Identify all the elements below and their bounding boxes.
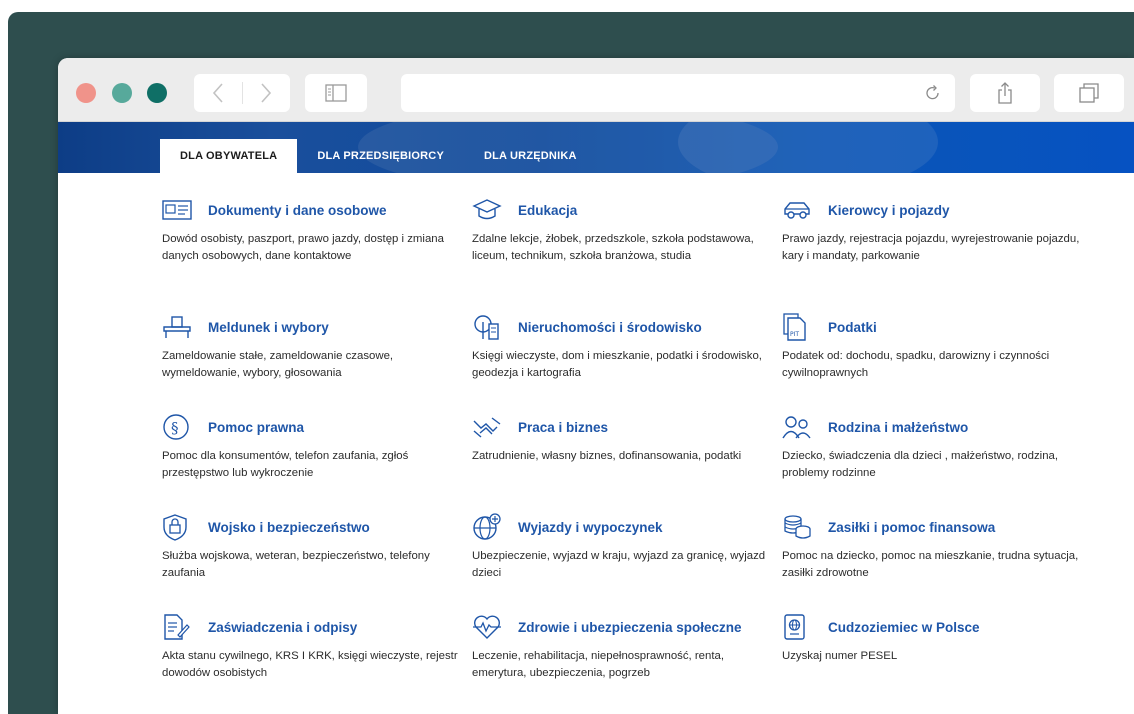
category-card: Zasiłki i pomoc finansowa Pomoc na dziec… — [782, 513, 1082, 582]
car-icon — [782, 196, 814, 224]
category-description: Podatek od: dochodu, spadku, darowizny i… — [782, 350, 1050, 379]
sidebar-icon — [325, 84, 347, 102]
category-description: Uzyskaj numer PESEL — [782, 650, 898, 662]
svg-text:PIT: PIT — [790, 331, 799, 338]
category-card: Praca i biznes Zatrudnienie, własny bizn… — [472, 413, 772, 465]
handshake-icon — [472, 413, 504, 441]
category-link[interactable]: Dokumenty i dane osobowe — [208, 203, 387, 218]
tabs-icon — [1079, 83, 1099, 103]
category-link[interactable]: Kierowcy i pojazdy — [828, 203, 950, 218]
category-link[interactable]: Wyjazdy i wypoczynek — [518, 520, 663, 535]
reload-icon[interactable] — [925, 84, 941, 102]
coins-icon — [782, 513, 814, 541]
graduation-cap-icon — [472, 196, 504, 224]
category-link[interactable]: Wojsko i bezpieczeństwo — [208, 520, 370, 535]
category-link[interactable]: Pomoc prawna — [208, 420, 304, 435]
shield-lock-icon — [162, 513, 194, 541]
maximize-window-button[interactable] — [147, 83, 167, 103]
share-icon — [998, 82, 1012, 104]
category-card: Cudzoziemiec w Polsce Uzyskaj numer PESE… — [782, 613, 1082, 665]
category-description: Zdalne lekcje, żłobek, przedszkole, szko… — [472, 233, 754, 262]
hero-pattern — [678, 122, 938, 173]
category-description: Pomoc na dziecko, pomoc na mieszkanie, t… — [782, 550, 1079, 579]
category-card: Zaświadczenia i odpisy Akta stanu cywiln… — [162, 613, 462, 682]
id-card-icon — [162, 196, 194, 224]
category-link[interactable]: Podatki — [828, 320, 877, 335]
globe-plane-icon — [472, 513, 504, 541]
browser-toolbar — [58, 58, 1134, 122]
document-pen-icon — [162, 613, 194, 641]
category-link[interactable]: Cudzoziemiec w Polsce — [828, 620, 980, 635]
heart-pulse-icon — [472, 613, 504, 641]
category-link[interactable]: Zdrowie i ubezpieczenia społeczne — [518, 620, 742, 635]
ballot-box-icon — [162, 313, 194, 341]
category-description: Leczenie, rehabilitacja, niepełnosprawno… — [472, 650, 725, 679]
tab-dla-obywatela[interactable]: DLA OBYWATELA — [160, 139, 298, 173]
category-description: Pomoc dla konsumentów, telefon zaufania,… — [162, 450, 409, 479]
category-card: Wojsko i bezpieczeństwo Służba wojskowa,… — [162, 513, 462, 582]
address-bar[interactable] — [401, 74, 955, 112]
category-card: Edukacja Zdalne lekcje, żłobek, przedszk… — [472, 196, 772, 265]
category-link[interactable]: Nieruchomości i środowisko — [518, 320, 702, 335]
tab-dla-przedsiebiorcy[interactable]: DLA PRZEDSIĘBIORCY — [297, 139, 464, 173]
share-button[interactable] — [970, 74, 1040, 112]
category-link[interactable]: Meldunek i wybory — [208, 320, 329, 335]
category-description: Służba wojskowa, weteran, bezpieczeństwo… — [162, 550, 430, 579]
close-window-button[interactable] — [76, 83, 96, 103]
sidebar-toggle-button[interactable] — [305, 74, 367, 112]
forward-button[interactable] — [242, 74, 290, 112]
paragraph-icon: § — [162, 413, 194, 441]
category-card: Zdrowie i ubezpieczenia społeczne Leczen… — [472, 613, 772, 682]
category-link[interactable]: Edukacja — [518, 203, 577, 218]
tree-building-icon — [472, 313, 504, 341]
category-description: Prawo jazdy, rejestracja pojazdu, wyreje… — [782, 233, 1080, 262]
category-card: PIT Podatki Podatek od: dochodu, spadku,… — [782, 313, 1082, 382]
family-icon — [782, 413, 814, 441]
category-description: Akta stanu cywilnego, KRS I KRK, księgi … — [162, 650, 458, 679]
passport-icon — [782, 613, 814, 641]
chevron-left-icon — [212, 83, 223, 103]
category-card: Rodzina i małżeństwo Dziecko, świadczeni… — [782, 413, 1082, 482]
categories-grid: Dokumenty i dane osobowe Dowód osobisty,… — [58, 173, 1134, 714]
category-description: Zameldowanie stałe, zameldowanie czasowe… — [162, 350, 394, 379]
tax-document-icon: PIT — [782, 313, 814, 341]
back-button[interactable] — [194, 74, 242, 112]
tabs-overview-button[interactable] — [1054, 74, 1124, 112]
category-card: Wyjazdy i wypoczynek Ubezpieczenie, wyja… — [472, 513, 772, 582]
navigation-buttons — [194, 74, 290, 112]
category-description: Zatrudnienie, własny biznes, dofinansowa… — [472, 450, 742, 462]
category-description: Ubezpieczenie, wyjazd w kraju, wyjazd za… — [472, 550, 766, 579]
category-card: Kierowcy i pojazdy Prawo jazdy, rejestra… — [782, 196, 1082, 265]
chevron-right-icon — [261, 83, 272, 103]
category-description: Księgi wieczyste, dom i mieszkanie, poda… — [472, 350, 762, 379]
audience-tabs: DLA OBYWATELA DLA PRZEDSIĘBIORCY DLA URZ… — [160, 139, 597, 173]
browser-window: DLA OBYWATELA DLA PRZEDSIĘBIORCY DLA URZ… — [58, 58, 1134, 714]
category-card: Nieruchomości i środowisko Księgi wieczy… — [472, 313, 772, 382]
category-link[interactable]: Zasiłki i pomoc finansowa — [828, 520, 995, 535]
category-link[interactable]: Praca i biznes — [518, 420, 608, 435]
category-description: Dowód osobisty, paszport, prawo jazdy, d… — [162, 233, 444, 262]
category-link[interactable]: Zaświadczenia i odpisy — [208, 620, 357, 635]
category-link[interactable]: Rodzina i małżeństwo — [828, 420, 968, 435]
category-card: Dokumenty i dane osobowe Dowód osobisty,… — [162, 196, 462, 265]
category-card: Meldunek i wybory Zameldowanie stałe, za… — [162, 313, 462, 382]
svg-text:§: § — [171, 419, 179, 437]
tab-dla-urzednika[interactable]: DLA URZĘDNIKA — [464, 139, 597, 173]
category-description: Dziecko, świadczenia dla dzieci , małżeń… — [782, 450, 1059, 479]
category-card: § Pomoc prawna Pomoc dla konsumentów, te… — [162, 413, 462, 482]
minimize-window-button[interactable] — [112, 83, 132, 103]
